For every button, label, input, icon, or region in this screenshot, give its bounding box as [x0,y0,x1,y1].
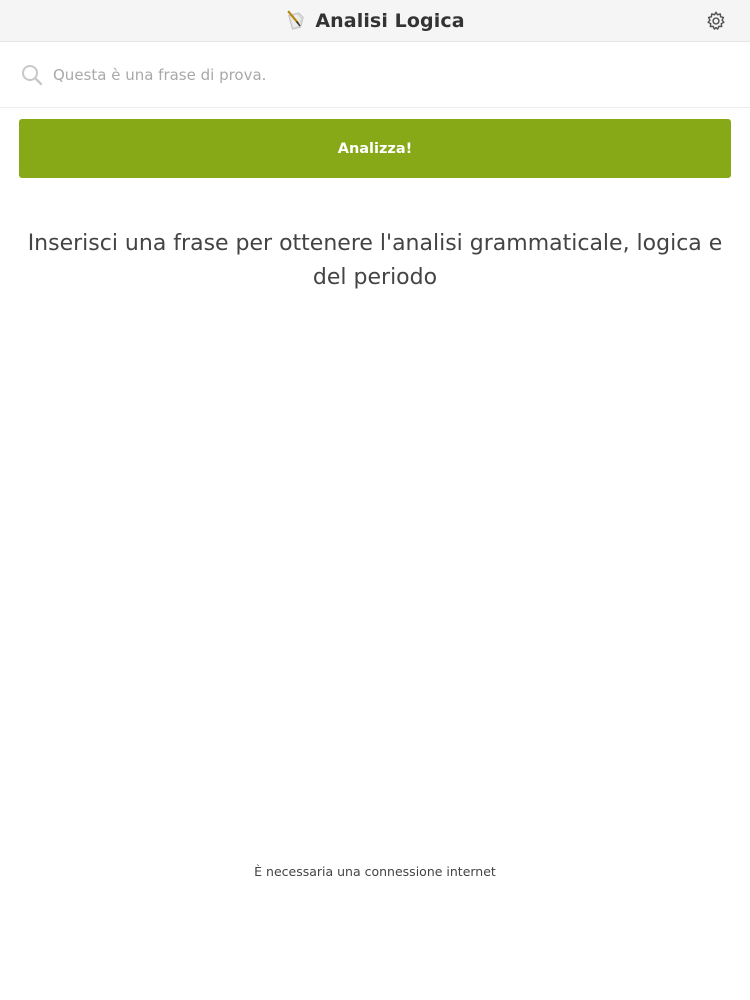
search-icon [22,64,43,85]
analyze-button-label: Analizza! [337,140,413,157]
navigation-bar: Analisi Logica [0,0,750,42]
sentence-input[interactable] [53,54,750,95]
gear-icon [707,11,725,30]
app-title: Analisi Logica [315,9,465,32]
internet-required-note: È necessaria una connessione internet [254,864,496,879]
instruction-text: Inserisci una frase per ottenere l'anali… [27,231,723,290]
quill-pen-icon [287,10,305,30]
app-screen: Analisi Logica Analizza! Inserisci una f… [0,0,750,1000]
search-bar [0,42,750,108]
app-title-group: Analisi Logica [285,9,465,32]
settings-button[interactable] [704,9,728,33]
analyze-button[interactable]: Analizza! [19,119,731,178]
